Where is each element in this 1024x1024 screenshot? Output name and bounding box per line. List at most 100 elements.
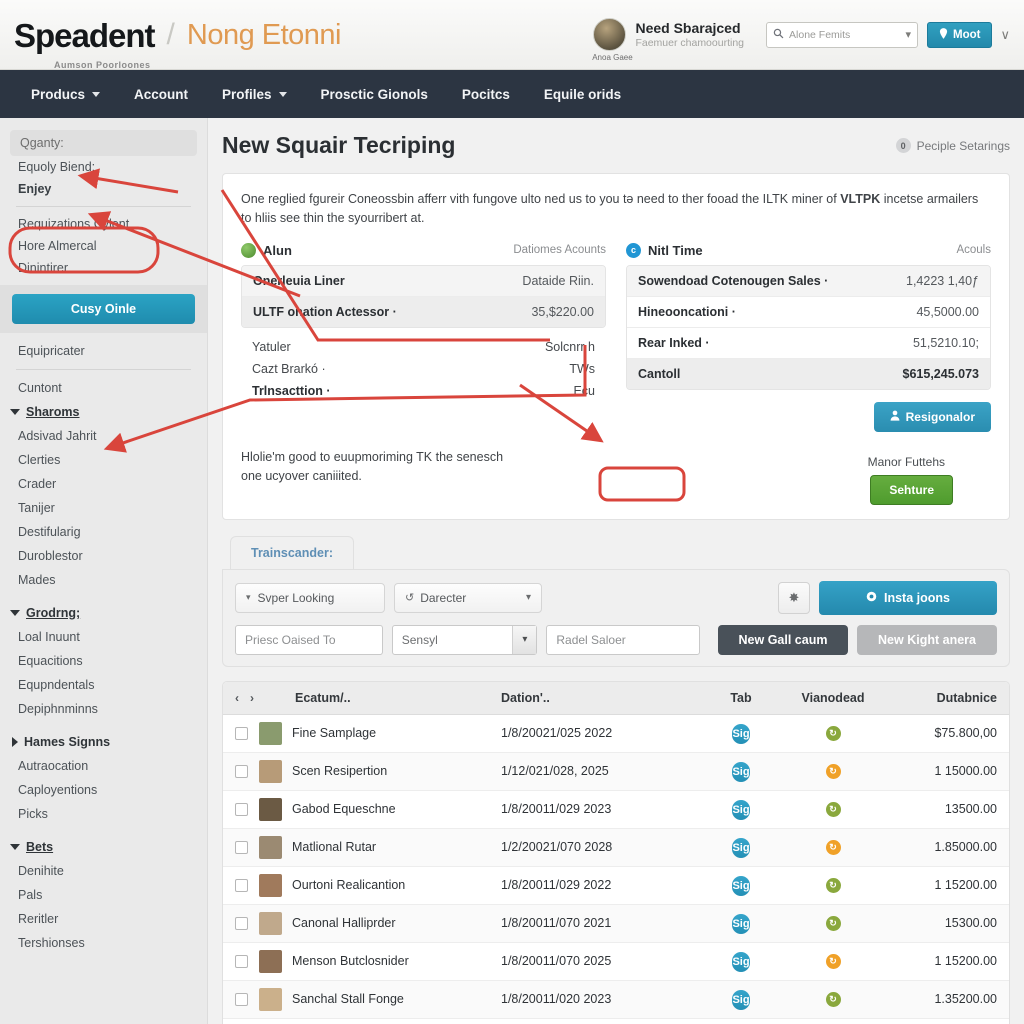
- sidebar-link-dinintirer[interactable]: Dinintirer: [0, 257, 207, 279]
- row-checkbox[interactable]: [235, 954, 248, 968]
- row-checkbox[interactable]: [235, 840, 248, 854]
- table-row[interactable]: Gothtmtlcon1/8/20021/070 2026Sig↻1 8,510…: [223, 1019, 1009, 1024]
- row-checkbox[interactable]: [235, 878, 248, 892]
- table-row[interactable]: Gabod Equeschne 1/8/20011/029 2023 Sig ↻ 135…: [223, 791, 1009, 829]
- right-panel-row-0[interactable]: Sowendoad Cotenougen Sales · 1,4223 1,40…: [627, 265, 990, 297]
- table-row[interactable]: Scen Resipertion 1/12/021/028, 2025 Sig ↻ 1 …: [223, 752, 1009, 791]
- sidebar-group-hames-signns[interactable]: Hames Signns: [0, 730, 207, 754]
- chevron-down-icon: [10, 610, 20, 616]
- sidebar-item-0-5[interactable]: Duroblestor: [0, 544, 207, 568]
- sidebar-quantity-field[interactable]: Qganty:: [10, 130, 197, 156]
- sidebar-item-1-3[interactable]: Depiphnminns: [0, 697, 207, 721]
- chevron-right-icon[interactable]: ›: [250, 691, 254, 705]
- table-row[interactable]: Sanchal Stall Fonge 1/8/20011/020 2023 Sig…: [223, 980, 1009, 1019]
- sidebar-highlight-1[interactable]: Hore Almercal: [0, 235, 207, 257]
- nav-item-4[interactable]: Pocitcs: [445, 70, 527, 118]
- header-chevron-down-icon[interactable]: ∨: [1000, 27, 1010, 43]
- row-tab-pill[interactable]: Sig: [732, 762, 750, 782]
- nav-item-0[interactable]: Producs: [14, 70, 117, 118]
- row-checkbox[interactable]: [235, 726, 248, 740]
- sidebar-group-sharoms[interactable]: Sharoms: [0, 400, 207, 424]
- sidebar-item-1-0[interactable]: Loal Inuunt: [0, 625, 207, 649]
- new-kight-anera-button[interactable]: New Kight anera: [857, 624, 997, 655]
- sidebar-item-1-1[interactable]: Equacitions: [0, 649, 207, 673]
- sidebar-highlight-0[interactable]: Requizations Cylent: [0, 213, 207, 235]
- table-pager[interactable]: ‹ ›: [235, 691, 285, 705]
- sidebar-item-cuntont[interactable]: Cuntont: [0, 376, 207, 400]
- tab-trainscander[interactable]: Trainscander:: [230, 535, 354, 569]
- sidebar-item-0-0[interactable]: Adsivad Jahrit: [0, 424, 207, 448]
- chevron-left-icon[interactable]: ‹: [235, 691, 239, 705]
- super-looking-select[interactable]: ▾ Svper Looking: [235, 582, 385, 613]
- search-input[interactable]: Alone Femits ▾: [766, 21, 919, 48]
- row-tab-pill[interactable]: Sig: [732, 800, 750, 820]
- people-settings-link[interactable]: 0 Peciple Setarings: [895, 138, 1010, 153]
- moot-button[interactable]: Moot: [927, 21, 993, 48]
- left-panel-row-0[interactable]: Onerleuia Liner Dataide Riin.: [242, 265, 605, 297]
- sidebar-item-0-6[interactable]: Mades: [0, 568, 207, 592]
- sidebar-link-0[interactable]: Equoly Biend:: [0, 156, 207, 178]
- logo[interactable]: Speadent Aumson Poorloones / Nong Etonni: [14, 18, 342, 70]
- sidebar-item-3-1[interactable]: Pals: [0, 883, 207, 907]
- table-row[interactable]: Fine Samplage 1/8/20021/025 2022 Sig ↻ $75.8…: [223, 715, 1009, 753]
- sidebar-item-3-2[interactable]: Reritler: [0, 907, 207, 931]
- table-row[interactable]: Canonal Halliprder 1/8/20011/070 2021 Sig ↻…: [223, 904, 1009, 943]
- sidebar-item-0-1[interactable]: Clerties: [0, 448, 207, 472]
- column-header-vianodead[interactable]: Vianodead: [781, 691, 885, 705]
- row-checkbox[interactable]: [235, 764, 248, 778]
- sidebar-cta-button[interactable]: Cusy Oinle: [12, 294, 195, 324]
- sidebar-group-grodrng[interactable]: Grodrng;: [0, 601, 207, 625]
- sidebar-item-2-2[interactable]: Picks: [0, 802, 207, 826]
- nav-item-5[interactable]: Equile orids: [527, 70, 638, 118]
- column-header-date[interactable]: Dation'..: [501, 691, 701, 705]
- new-gall-caum-button[interactable]: New Gall caum: [718, 624, 848, 655]
- nav-item-1[interactable]: Account: [117, 70, 205, 118]
- right-panel-row-2[interactable]: Rear Inked · 51,5210.10;: [627, 328, 990, 359]
- resigonalor-button[interactable]: Resigonalor: [873, 401, 991, 432]
- sidebar-group-bets[interactable]: Bets: [0, 835, 207, 859]
- table-row[interactable]: Menson Butclosnider 1/8/20011/070 2025 Sig…: [223, 943, 1009, 981]
- sidebar-item-0-3[interactable]: Tanijer: [0, 496, 207, 520]
- nav-item-3[interactable]: Prosctic Gionols: [304, 70, 445, 118]
- sidebar-item-equipricater[interactable]: Equipricater: [0, 339, 207, 363]
- radel-saloer-input[interactable]: Radel Saloer: [546, 624, 700, 655]
- row-avatar: [259, 987, 282, 1011]
- insta-joons-button[interactable]: Insta joons: [819, 580, 997, 615]
- column-header-amount[interactable]: Dutabnice: [885, 691, 997, 705]
- table-row[interactable]: Ourtoni Realicantion 1/8/20011/029 2022 Si…: [223, 867, 1009, 905]
- right-panel-header: c Nitl Time Acouls: [626, 242, 991, 258]
- sidebar-item-2-0[interactable]: Autraocation: [0, 754, 207, 778]
- user-block[interactable]: Anoa Gaee Need Sbarajced Faemuer chamoou…: [592, 18, 744, 62]
- sidebar-item-1-2[interactable]: Equpndentals: [0, 673, 207, 697]
- avatar[interactable]: Anoa Gaee: [592, 18, 633, 62]
- left-plain-key-0: Yatuler: [252, 339, 291, 354]
- sidebar-link-1[interactable]: Enjey: [0, 178, 207, 200]
- sidebar-item-0-4[interactable]: Destifularig: [0, 520, 207, 544]
- sidebar-item-3-3[interactable]: Tershionses: [0, 931, 207, 955]
- row-tab-pill[interactable]: Sig: [732, 876, 750, 896]
- sensyl-select[interactable]: Sensyl ▾: [391, 624, 538, 655]
- priesc-oaised-input[interactable]: Priesc Oaised To: [235, 624, 383, 655]
- sidebar-item-2-1[interactable]: Caployentions: [0, 778, 207, 802]
- column-header-tab[interactable]: Tab: [701, 691, 781, 705]
- chevron-down-icon[interactable]: ▾: [905, 28, 911, 41]
- sehture-button[interactable]: Sehture: [870, 474, 953, 505]
- row-tab-pill[interactable]: Sig: [732, 914, 750, 934]
- right-panel-row-1[interactable]: Hineooncationi · 45,5000.00: [627, 297, 990, 328]
- row-checkbox[interactable]: [235, 992, 248, 1006]
- row-tab-pill[interactable]: Sig: [732, 838, 750, 858]
- right-panel-row-3[interactable]: Cantoll $615,245.073: [627, 358, 990, 389]
- column-header-name[interactable]: Ecatum/..: [285, 691, 501, 705]
- sidebar-item-0-2[interactable]: Crader: [0, 472, 207, 496]
- darecter-select[interactable]: ↺ Darecter ▾: [394, 582, 542, 613]
- sidebar-item-3-0[interactable]: Denihite: [0, 859, 207, 883]
- table-row[interactable]: Matlional Rutar 1/2/20021/070 2028 Sig ↻ 1.8…: [223, 828, 1009, 867]
- row-checkbox[interactable]: [235, 802, 248, 816]
- gear-icon[interactable]: ✸: [778, 581, 810, 614]
- nav-item-2[interactable]: Profiles: [205, 70, 304, 118]
- left-panel-row-1[interactable]: ULTF onation Actessor · 35,$220.00: [242, 296, 605, 327]
- row-checkbox[interactable]: [235, 916, 248, 930]
- row-tab-pill[interactable]: Sig: [732, 990, 750, 1010]
- row-tab-pill[interactable]: Sig: [732, 952, 750, 972]
- row-tab-pill[interactable]: Sig: [732, 724, 750, 744]
